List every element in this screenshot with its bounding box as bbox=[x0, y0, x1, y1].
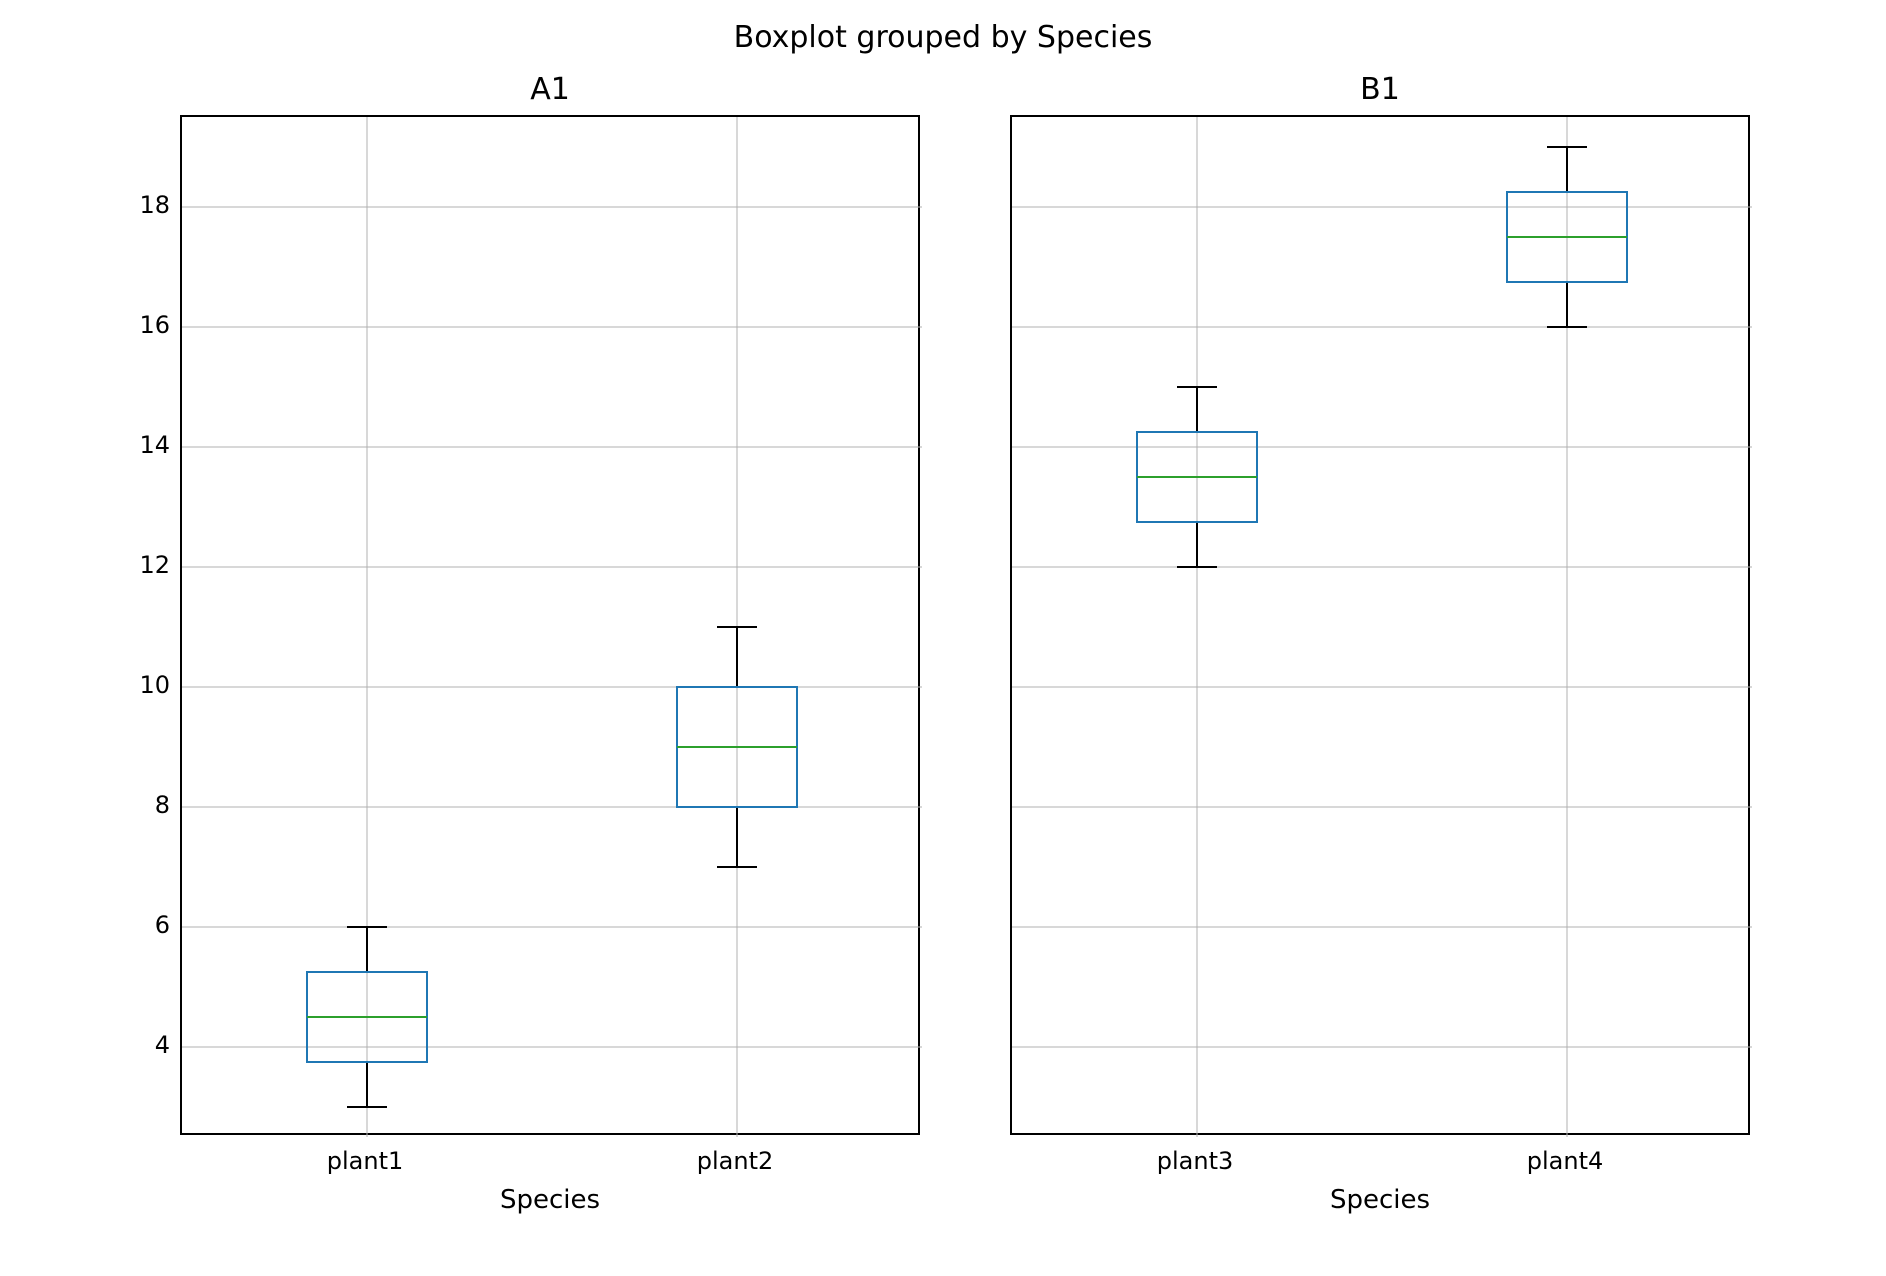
panel-b1-plot bbox=[1012, 117, 1752, 1137]
xtick-label: plant4 bbox=[1495, 1147, 1635, 1175]
ytick-label: 14 bbox=[110, 431, 170, 459]
ytick-label: 18 bbox=[110, 191, 170, 219]
xtick-label: plant3 bbox=[1125, 1147, 1265, 1175]
xtick-label: plant1 bbox=[295, 1147, 435, 1175]
ytick-label: 8 bbox=[110, 791, 170, 819]
ytick-label: 12 bbox=[110, 551, 170, 579]
figure: Boxplot grouped by Species A1 B1 4 6 8 10 12… bbox=[0, 0, 1886, 1276]
panel-a1 bbox=[180, 115, 920, 1135]
ytick-label: 6 bbox=[110, 911, 170, 939]
panel-a1-plot bbox=[182, 117, 922, 1137]
figure-suptitle: Boxplot grouped by Species bbox=[0, 20, 1886, 55]
panel-b1-xlabel: Species bbox=[1010, 1185, 1750, 1215]
ytick-label: 4 bbox=[110, 1031, 170, 1059]
panel-a1-xlabel: Species bbox=[180, 1185, 920, 1215]
panel-a1-title: A1 bbox=[180, 72, 920, 107]
panel-b1 bbox=[1010, 115, 1750, 1135]
panel-b1-title: B1 bbox=[1010, 72, 1750, 107]
ytick-label: 16 bbox=[110, 311, 170, 339]
xtick-label: plant2 bbox=[665, 1147, 805, 1175]
ytick-label: 10 bbox=[110, 671, 170, 699]
